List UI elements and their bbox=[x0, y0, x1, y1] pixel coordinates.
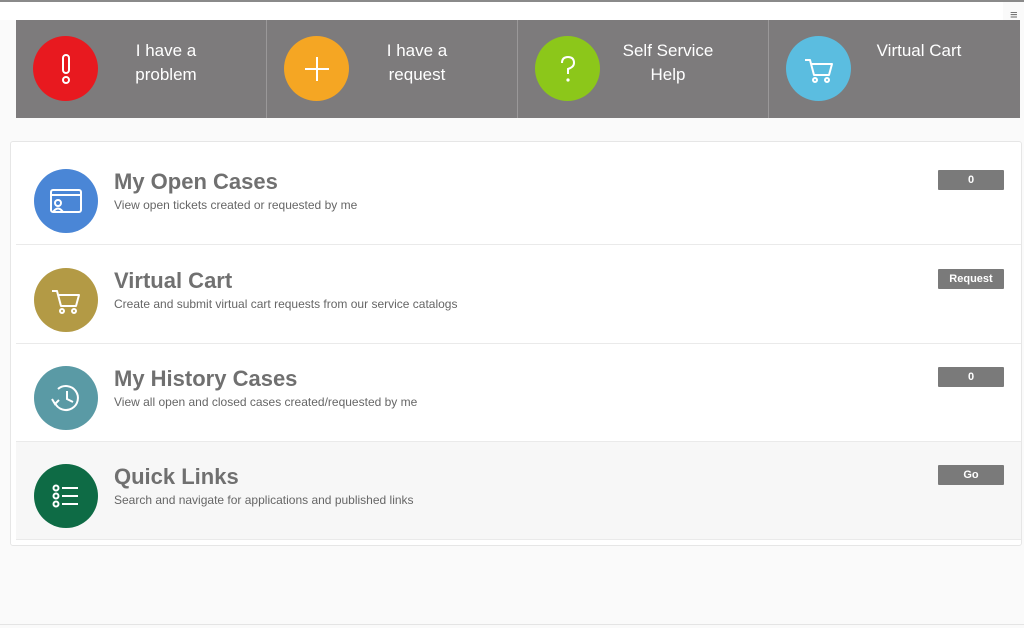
tile-label: Self Service Help bbox=[622, 41, 714, 84]
tile-virtual-cart[interactable]: Virtual Cart bbox=[769, 20, 1020, 118]
row-description: View open tickets created or requested b… bbox=[114, 198, 358, 212]
row-title[interactable]: My History Cases bbox=[114, 366, 297, 392]
row-my-open-cases: My Open Cases View open tickets created … bbox=[16, 147, 1021, 245]
row-title[interactable]: Virtual Cart bbox=[114, 268, 232, 294]
row-title[interactable]: Quick Links bbox=[114, 464, 239, 490]
tile-label: I have a request bbox=[386, 41, 448, 84]
row-description: Create and submit virtual cart requests … bbox=[114, 297, 458, 311]
tile-label: Virtual Cart bbox=[876, 41, 962, 60]
tile-problem[interactable]: I have a problem bbox=[16, 20, 267, 118]
tile-request[interactable]: I have a request bbox=[267, 20, 518, 118]
exclamation-icon bbox=[33, 36, 98, 101]
row-quick-links: Quick Links Search and navigate for appl… bbox=[16, 442, 1021, 540]
plus-icon bbox=[284, 36, 349, 101]
row-description: Search and navigate for applications and… bbox=[114, 493, 414, 507]
row-description: View all open and closed cases created/r… bbox=[114, 395, 418, 409]
header-bar bbox=[0, 2, 1003, 20]
request-button[interactable]: Request bbox=[938, 269, 1004, 289]
history-count-button[interactable]: 0 bbox=[938, 367, 1004, 387]
cart-icon bbox=[34, 268, 98, 332]
open-cases-icon bbox=[34, 169, 98, 233]
history-icon bbox=[34, 366, 98, 430]
tile-label: I have a problem bbox=[135, 41, 197, 84]
list-icon bbox=[34, 464, 98, 528]
open-cases-count-button[interactable]: 0 bbox=[938, 170, 1004, 190]
question-icon bbox=[535, 36, 600, 101]
services-panel: My Open Cases View open tickets created … bbox=[10, 141, 1022, 546]
go-button[interactable]: Go bbox=[938, 465, 1004, 485]
quick-action-tiles: I have a problem I have a request Self S… bbox=[16, 20, 1020, 118]
tile-self-service-help[interactable]: Self Service Help bbox=[518, 20, 769, 118]
footer-divider bbox=[0, 624, 1024, 625]
row-virtual-cart: Virtual Cart Create and submit virtual c… bbox=[16, 246, 1021, 344]
row-my-history-cases: My History Cases View all open and close… bbox=[16, 344, 1021, 442]
row-title[interactable]: My Open Cases bbox=[114, 169, 278, 195]
cart-icon bbox=[786, 36, 851, 101]
